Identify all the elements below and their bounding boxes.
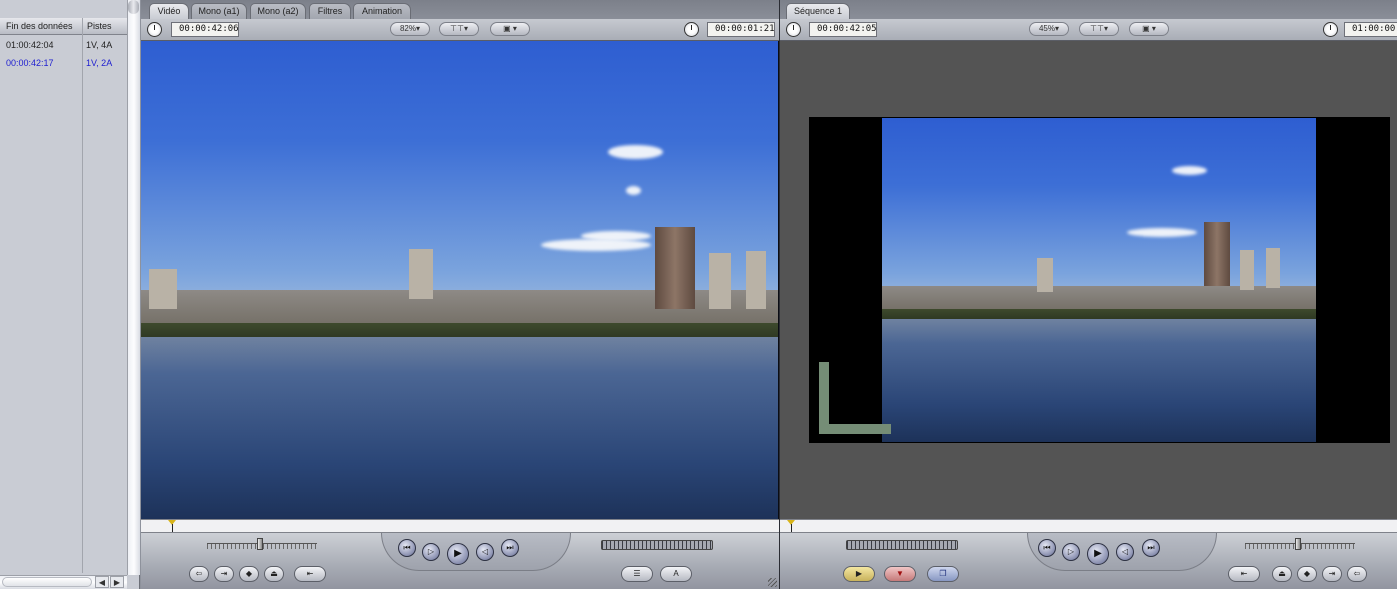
viewer-tabbar: Vidéo Mono (a1) Mono (a2) Filtres Animat…	[141, 0, 779, 19]
play-in-to-out-button[interactable]: ▷	[1062, 543, 1080, 561]
zoom-popup[interactable]: 82%▾	[390, 22, 430, 36]
mark-clip-button[interactable]: ⇤	[1228, 566, 1260, 582]
tab-animation[interactable]: Animation	[353, 3, 411, 19]
column-header-tracks[interactable]: Pistes	[87, 21, 112, 31]
insert-edit-button[interactable]: ▶	[843, 566, 875, 582]
canvas-scrubber[interactable]	[780, 519, 1397, 533]
overlay-popup[interactable]: ▣ ▾	[1129, 22, 1169, 36]
view-popup[interactable]: ⊤⊤▾	[1079, 22, 1119, 36]
clock-icon	[684, 22, 699, 37]
mark-in-button[interactable]: ⇥	[214, 566, 234, 582]
horizontal-scroll-thumb[interactable]	[2, 577, 92, 587]
title-safe-overlay	[819, 424, 891, 434]
list-item-tracks: 1V, 4A	[86, 40, 113, 50]
shuttle-knob[interactable]	[257, 538, 263, 550]
scroll-right-icon[interactable]: ▶	[110, 576, 124, 588]
vertical-scroll-thumb[interactable]	[128, 0, 139, 14]
dropdown-icon: ▾	[416, 24, 421, 33]
current-timecode[interactable]: 00:00:01:21	[707, 22, 775, 37]
viewer-transport: ⏮ ▷ ▶ ◁ ⏭ ⇦ ⇥ ◆ ⏏ ⇤ ☰ A	[141, 533, 779, 589]
zoom-value: 45%	[1038, 24, 1055, 33]
clock-icon	[147, 22, 162, 37]
clock-icon	[786, 22, 801, 37]
clock-icon	[1323, 22, 1338, 37]
lift-button[interactable]: ⇦	[1347, 566, 1367, 582]
replace-edit-button[interactable]: ❐	[927, 566, 959, 582]
zoom-value: 82%	[399, 24, 416, 33]
tab-sequence-1[interactable]: Séquence 1	[786, 3, 850, 19]
overlay-popup[interactable]: ▣ ▾	[490, 22, 530, 36]
playhead-icon[interactable]	[787, 520, 796, 532]
match-frame-button[interactable]: ⏏	[264, 566, 284, 582]
transport-prev-icon[interactable]: ⏮	[398, 539, 416, 557]
transport-play-icon[interactable]: ▶	[1087, 543, 1109, 565]
canvas-tabbar: Séquence 1	[780, 0, 1397, 19]
duration-timecode[interactable]: 00:00:42:06	[171, 22, 239, 37]
list-item-end: 00:00:42:17	[6, 58, 54, 68]
list-item-end: 01:00:42:04	[6, 40, 54, 50]
view-popup[interactable]: ⊤⊤▾	[439, 22, 479, 36]
zoom-popup[interactable]: 45%▾	[1029, 22, 1069, 36]
transport-play-icon[interactable]: ▶	[447, 543, 469, 565]
mark-out-button[interactable]: ⇤	[294, 566, 326, 582]
marker-icon[interactable]: ◆	[239, 566, 259, 582]
final-cut-window: Fin des données Pistes 01:00:42:04 1V, 4…	[0, 0, 1397, 589]
column-divider[interactable]	[82, 18, 83, 573]
shuttle-knob[interactable]	[1295, 538, 1301, 550]
transport-next-icon[interactable]: ⏭	[501, 539, 519, 557]
scroll-left-icon[interactable]: ◀	[95, 576, 109, 588]
list-item-tracks: 1V, 2A	[86, 58, 113, 68]
marker-icon[interactable]: ◆	[1297, 566, 1317, 582]
duration-timecode[interactable]: 00:00:42:05	[809, 22, 877, 37]
vertical-scrollbar[interactable]	[127, 0, 140, 575]
video-frame	[141, 41, 778, 519]
viewer-toolbar: 00:00:42:06 82%▾ ⊤⊤▾ ▣ ▾ 00:00:01:21	[141, 19, 779, 41]
play-around-button[interactable]: ◁	[1116, 543, 1134, 561]
transport-next-icon[interactable]: ⏭	[1142, 539, 1160, 557]
jog-control[interactable]	[846, 540, 958, 550]
dropdown-icon: ▾	[1055, 24, 1060, 33]
current-timecode[interactable]: 01:00:00	[1344, 22, 1397, 37]
tab-video[interactable]: Vidéo	[149, 3, 189, 19]
playhead-icon[interactable]	[168, 520, 177, 532]
tab-mono-a2[interactable]: Mono (a2)	[250, 3, 306, 19]
play-around-button[interactable]: ◁	[476, 543, 494, 561]
viewer-scrubber[interactable]	[141, 519, 779, 533]
match-button[interactable]: ⏏	[1272, 566, 1292, 582]
generator-button[interactable]: A	[660, 566, 692, 582]
tab-filters[interactable]: Filtres	[309, 3, 351, 19]
browser-list: Fin des données Pistes 01:00:42:04 1V, 4…	[0, 0, 140, 589]
canvas-toolbar: 00:00:42:05 45%▾ ⊤⊤▾ ▣ ▾ 01:00:00	[780, 19, 1397, 41]
list-item[interactable]: 01:00:42:04 1V, 4A	[0, 37, 127, 54]
viewer-image[interactable]	[141, 41, 779, 519]
tab-mono-a1[interactable]: Mono (a1)	[191, 3, 247, 19]
viewer-window: Vidéo Mono (a1) Mono (a2) Filtres Animat…	[141, 0, 779, 589]
list-item[interactable]: 00:00:42:17 1V, 2A	[0, 55, 127, 72]
canvas-image[interactable]	[780, 41, 1397, 519]
canvas-window: Séquence 1 00:00:42:05 45%▾ ⊤⊤▾ ▣ ▾ 01:0…	[780, 0, 1397, 589]
insert-button[interactable]: ⇦	[189, 566, 209, 582]
jog-control[interactable]	[601, 540, 713, 550]
video-frame	[882, 118, 1316, 442]
transport-prev-icon[interactable]: ⏮	[1038, 539, 1056, 557]
browser-header: Fin des données Pistes	[0, 18, 127, 35]
play-in-to-out-button[interactable]: ▷	[422, 543, 440, 561]
recent-clips-button[interactable]: ☰	[621, 566, 653, 582]
column-header-end[interactable]: Fin des données	[6, 21, 73, 31]
resize-grip[interactable]	[768, 578, 777, 587]
overwrite-edit-button[interactable]: ▼	[884, 566, 916, 582]
canvas-transport: ⏮ ▷ ▶ ◁ ⏭ ▶ ▼ ❐ ⇤ ⏏ ◆ ⇥ ⇦	[780, 533, 1397, 589]
mark-out-button[interactable]: ⇥	[1322, 566, 1342, 582]
